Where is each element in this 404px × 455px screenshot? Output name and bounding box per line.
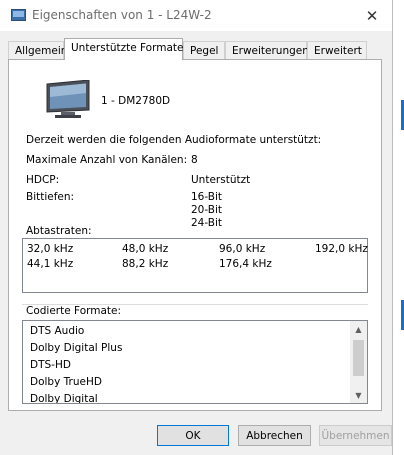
- ok-button-label: OK: [185, 429, 201, 442]
- hdcp-label: HDCP:: [26, 174, 60, 186]
- bitdepth-value: 20-Bit: [191, 204, 223, 216]
- tab-label: Erweitert: [314, 45, 362, 57]
- list-item[interactable]: DTS Audio: [30, 325, 84, 337]
- samplerate-value: 176,4 kHz: [219, 258, 272, 270]
- coded-formats-list[interactable]: DTS Audio Dolby Digital Plus DTS-HD Dolb…: [22, 320, 368, 404]
- vertical-scrollbar[interactable]: ▲ ▼: [350, 321, 367, 403]
- tab-label: Unterstützte Formate: [71, 42, 184, 54]
- max-channels-label: Maximale Anzahl von Kanälen:: [26, 154, 188, 166]
- max-channels-value: 8: [191, 154, 198, 166]
- tab-label: Erweiterungen: [232, 45, 309, 57]
- apply-button-label: Übernehmen: [321, 429, 390, 442]
- samplerate-value: 192,0 kHz: [315, 243, 368, 255]
- hdcp-value: Unterstützt: [191, 174, 251, 186]
- ok-button[interactable]: OK: [157, 425, 229, 446]
- bitdepth-value: 16-Bit: [191, 191, 223, 203]
- samplerate-value: 48,0 kHz: [122, 243, 169, 255]
- close-icon: ✕: [365, 6, 379, 25]
- window-title: Eigenschaften von 1 - L24W-2: [32, 8, 212, 22]
- tab-label: Allgemein: [15, 45, 68, 57]
- scroll-thumb[interactable]: [353, 340, 364, 376]
- list-item[interactable]: Dolby TrueHD: [30, 376, 102, 388]
- coded-formats-label: Codierte Formate:: [26, 305, 122, 317]
- audio-formats-heading: Derzeit werden die folgenden Audioformat…: [26, 134, 322, 146]
- list-item[interactable]: DTS-HD: [30, 359, 71, 371]
- bitdepth-label: Bittiefen:: [26, 191, 75, 203]
- close-button[interactable]: ✕: [352, 0, 392, 31]
- scroll-down-button[interactable]: ▼: [350, 387, 367, 403]
- samplerates-label: Abtastraten:: [26, 225, 92, 237]
- chevron-up-icon: ▲: [355, 324, 362, 334]
- samplerate-value: 88,2 kHz: [122, 258, 169, 270]
- chevron-down-icon: ▼: [355, 390, 362, 400]
- samplerate-value: 32,0 kHz: [27, 243, 74, 255]
- tab-unterstuetzte-formate[interactable]: Unterstützte Formate: [64, 38, 183, 60]
- speaker-device-icon: [11, 9, 26, 21]
- scroll-up-button[interactable]: ▲: [350, 321, 367, 337]
- cancel-button[interactable]: Abbrechen: [238, 425, 311, 446]
- tab-erweitert[interactable]: Erweitert: [307, 41, 367, 59]
- background-window-edge: [393, 0, 404, 455]
- tab-label: Pegel: [190, 45, 219, 57]
- cancel-button-label: Abbrechen: [246, 429, 303, 442]
- device-name: 1 - DM2780D: [101, 95, 171, 107]
- samplerates-list: 32,0 kHz 48,0 kHz 96,0 kHz 192,0 kHz 44,…: [22, 238, 368, 293]
- bitdepth-value: 24-Bit: [191, 217, 223, 229]
- tab-erweiterungen[interactable]: Erweiterungen: [225, 41, 309, 59]
- apply-button[interactable]: Übernehmen: [319, 425, 392, 446]
- monitor-icon: [46, 80, 90, 118]
- tab-allgemein[interactable]: Allgemein: [8, 41, 68, 59]
- properties-dialog: Eigenschaften von 1 - L24W-2 ✕ Allgemein…: [0, 0, 393, 455]
- tab-pegel[interactable]: Pegel: [183, 41, 225, 59]
- samplerate-value: 96,0 kHz: [219, 243, 266, 255]
- samplerate-value: 44,1 kHz: [27, 258, 74, 270]
- list-item[interactable]: Dolby Digital: [30, 393, 98, 403]
- title-bar: Eigenschaften von 1 - L24W-2 ✕: [0, 0, 392, 31]
- list-item[interactable]: Dolby Digital Plus: [30, 342, 122, 354]
